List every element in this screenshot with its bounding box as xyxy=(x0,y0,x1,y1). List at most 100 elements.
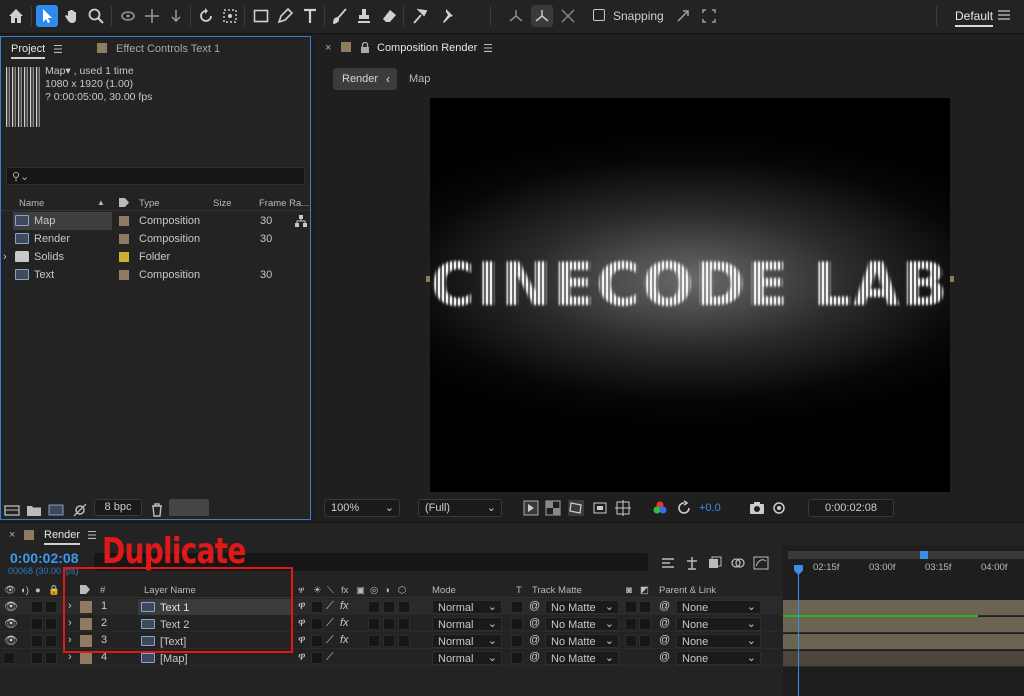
label-color-swatch[interactable] xyxy=(119,252,129,262)
adjustment-toggle[interactable] xyxy=(383,635,395,647)
rotate-tool-icon[interactable] xyxy=(195,5,217,27)
lock-toggle[interactable] xyxy=(45,652,57,664)
shy-switch-icon[interactable]: ዋ xyxy=(298,585,305,596)
column-size[interactable]: Size xyxy=(213,198,231,209)
roto-brush-tool-icon[interactable] xyxy=(409,5,431,27)
project-search-input[interactable]: ⚲⌄ xyxy=(6,167,305,185)
anchor-point-tool-icon[interactable] xyxy=(219,5,241,27)
playhead-handle[interactable] xyxy=(794,565,803,575)
zoom-dropdown[interactable]: 100% ⌄ xyxy=(324,499,400,517)
quality-icon[interactable]: ⟋ xyxy=(326,600,334,613)
matte-invert-toggle[interactable] xyxy=(639,635,651,647)
pickwhip-icon[interactable]: @ xyxy=(529,617,540,629)
panel-menu-icon[interactable]: ☰ xyxy=(483,42,493,55)
solo-toggle[interactable] xyxy=(31,601,43,613)
tab-composition-render[interactable]: Composition Render xyxy=(377,42,477,54)
selection-tool-icon[interactable] xyxy=(36,5,58,27)
expand-chevron-icon[interactable]: › xyxy=(3,251,7,263)
adjustment-toggle[interactable] xyxy=(383,601,395,613)
label-color-swatch[interactable] xyxy=(119,270,129,280)
project-settings-icon[interactable] xyxy=(69,499,91,521)
column-type[interactable]: Type xyxy=(139,198,160,209)
dolly-camera-icon[interactable] xyxy=(165,5,187,27)
video-toggle[interactable] xyxy=(3,652,15,664)
parent-dropdown[interactable]: None ⌄ xyxy=(676,600,761,614)
column-mode[interactable]: Mode xyxy=(432,585,456,596)
preserve-transparency-toggle[interactable] xyxy=(511,635,523,647)
exposure-value[interactable]: +0.0 xyxy=(699,502,721,514)
3d-toggle[interactable] xyxy=(398,601,410,613)
work-area-end-marker[interactable] xyxy=(920,551,928,559)
shy-icon[interactable]: ዋ xyxy=(298,600,306,613)
parent-dropdown[interactable]: None ⌄ xyxy=(676,634,761,648)
work-area-bar[interactable] xyxy=(788,551,1024,559)
parent-dropdown[interactable]: None ⌄ xyxy=(676,617,761,631)
matte-alpha-toggle[interactable] xyxy=(625,618,637,630)
motion-blur-toggle[interactable] xyxy=(368,618,380,630)
frame-blend-switch-icon[interactable]: ▣ xyxy=(356,585,365,596)
comp-marker-icon[interactable] xyxy=(660,555,676,571)
adjustment-toggle[interactable] xyxy=(383,618,395,630)
resolution-dropdown[interactable]: (Full) ⌄ xyxy=(418,499,502,517)
mode-dropdown[interactable]: Normal ⌄ xyxy=(432,617,502,631)
show-snapshot-icon[interactable] xyxy=(771,500,787,516)
grid-guides-icon[interactable] xyxy=(615,500,631,516)
shy-icon[interactable]: ዋ xyxy=(298,617,306,630)
effect-icon[interactable]: fx xyxy=(340,600,349,612)
parent-pickwhip-icon[interactable]: @ xyxy=(659,617,670,629)
shy-icon[interactable]: ዋ xyxy=(298,651,306,664)
chevron-left-icon[interactable]: ‹ xyxy=(386,72,390,86)
effect-switch-icon[interactable]: fx xyxy=(341,585,348,596)
hand-tool-icon[interactable] xyxy=(61,5,83,27)
lock-icon[interactable] xyxy=(360,41,370,56)
motion-blur-icon[interactable] xyxy=(730,555,746,571)
column-frame-rate[interactable]: Frame Ra... xyxy=(259,198,309,209)
preserve-transparency-toggle[interactable] xyxy=(511,652,523,664)
matte-alpha-toggle[interactable] xyxy=(625,601,637,613)
breadcrumb-map[interactable]: Map xyxy=(409,73,430,85)
panel-menu-icon[interactable]: ☰ xyxy=(53,43,63,56)
layer-duration-bar[interactable] xyxy=(783,617,1024,633)
tab-project[interactable]: Project xyxy=(11,43,46,59)
layer-duration-bar[interactable] xyxy=(783,600,1024,616)
label-column-icon[interactable] xyxy=(118,197,130,211)
tab-timeline-render[interactable]: Render xyxy=(44,529,81,545)
matte-invert-toggle[interactable] xyxy=(639,601,651,613)
3d-layer-switch-icon[interactable]: ⬡ xyxy=(398,585,406,596)
pickwhip-icon[interactable]: @ xyxy=(529,651,540,663)
shy-icon[interactable]: ዋ xyxy=(298,634,306,647)
quality-icon[interactable]: ⟋ xyxy=(326,617,334,630)
puppet-pin-tool-icon[interactable] xyxy=(438,5,460,27)
new-folder-icon[interactable] xyxy=(23,499,45,521)
layer-duration-bar[interactable] xyxy=(783,634,1024,650)
motion-blur-toggle[interactable] xyxy=(368,635,380,647)
eye-icon[interactable]: 👁 xyxy=(4,634,18,647)
collapse-toggle[interactable] xyxy=(311,635,323,647)
lock-switch-icon[interactable]: 🔒 xyxy=(48,585,60,596)
snap-targets-icon[interactable] xyxy=(698,5,720,27)
solo-switch-icon[interactable]: ● xyxy=(35,585,41,596)
project-item-text[interactable]: Text Composition 30 xyxy=(1,266,310,284)
snap-extend-icon[interactable] xyxy=(672,5,694,27)
quality-icon[interactable]: ⟋ xyxy=(326,651,334,664)
parent-pickwhip-icon[interactable]: @ xyxy=(659,651,670,663)
label-color-swatch[interactable] xyxy=(119,216,129,226)
column-parent-link[interactable]: Parent & Link xyxy=(659,585,716,596)
home-icon[interactable] xyxy=(5,5,27,27)
eye-icon[interactable]: 👁 xyxy=(4,600,18,613)
mode-dropdown[interactable]: Normal ⌄ xyxy=(432,600,502,614)
flowchart-icon[interactable] xyxy=(295,215,307,230)
column-track-matte[interactable]: Track Matte xyxy=(532,585,582,596)
tab-effect-controls[interactable]: Effect Controls Text 1 xyxy=(116,43,220,55)
quality-icon[interactable]: ⟋ xyxy=(326,634,334,647)
3d-toggle[interactable] xyxy=(398,635,410,647)
clone-stamp-tool-icon[interactable] xyxy=(353,5,375,27)
orbit-camera-icon[interactable] xyxy=(117,5,139,27)
motion-blur-toggle[interactable] xyxy=(368,601,380,613)
track-matte-dropdown[interactable]: No Matte ⌄ xyxy=(545,600,619,614)
solo-toggle[interactable] xyxy=(31,635,43,647)
workspace-menu-icon[interactable] xyxy=(998,10,1010,23)
view-axis-icon[interactable] xyxy=(557,5,579,27)
lock-toggle[interactable] xyxy=(45,618,57,630)
collapse-toggle[interactable] xyxy=(311,652,323,664)
